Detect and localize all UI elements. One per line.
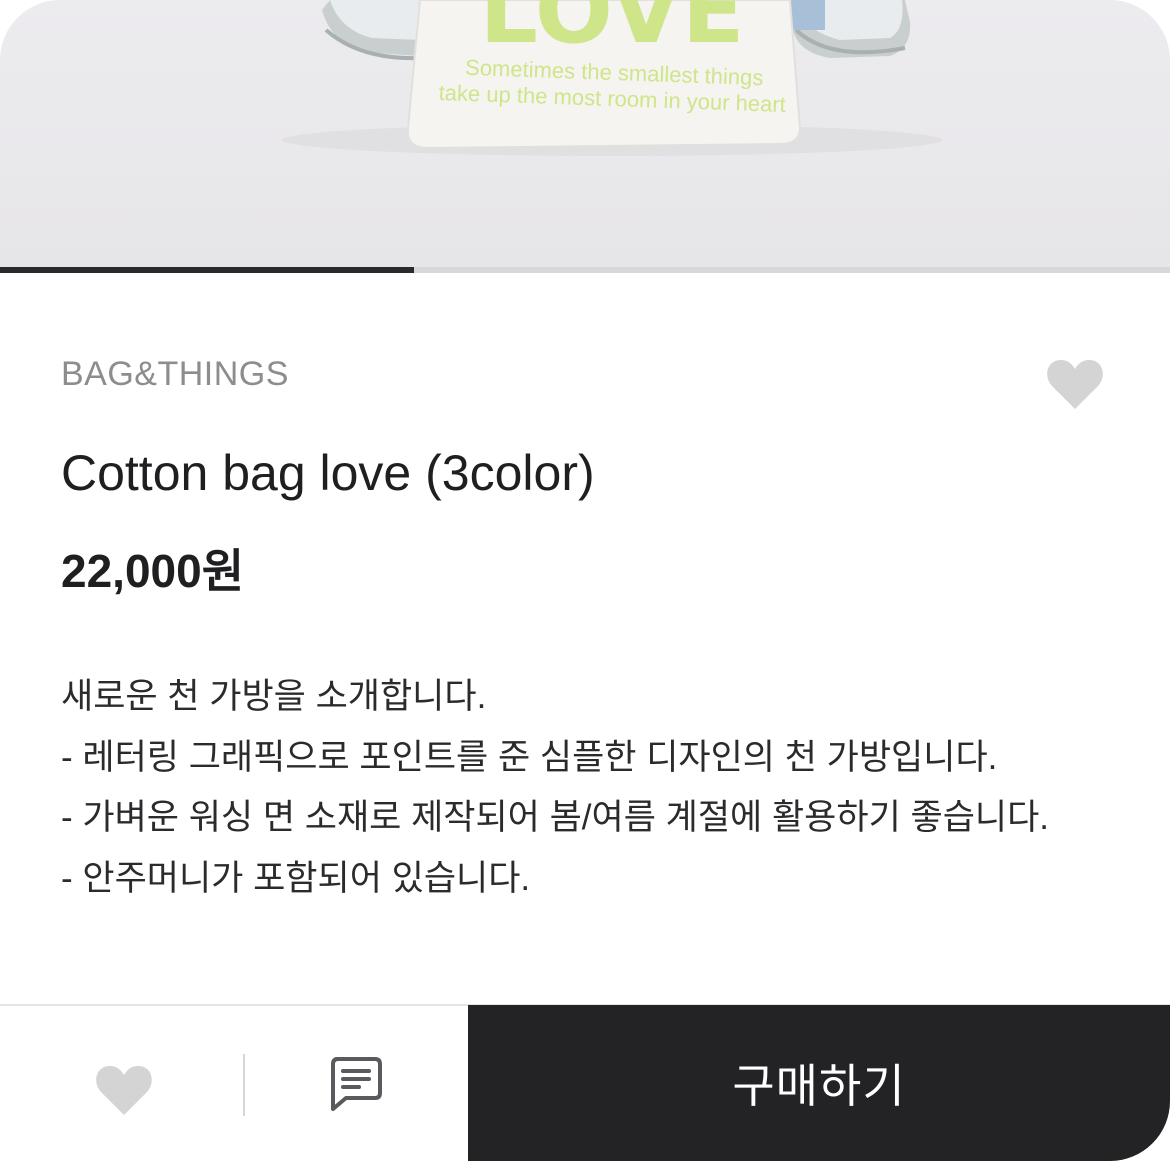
product-detail-screen: LOVE Sometimes the smallest things take … bbox=[0, 0, 1170, 1161]
heart-icon bbox=[1047, 360, 1103, 409]
brand-name[interactable]: BAG&THINGS bbox=[61, 355, 289, 394]
heart-icon bbox=[96, 1066, 152, 1115]
description-line: 새로운 천 가방을 소개합니다. bbox=[61, 677, 487, 716]
buy-button[interactable]: 구매하기 bbox=[468, 1005, 1170, 1161]
like-button[interactable] bbox=[95, 1064, 153, 1116]
product-price: 22,000원 bbox=[61, 545, 245, 597]
product-photo: LOVE Sometimes the smallest things take … bbox=[282, 0, 942, 156]
product-title: Cotton bag love (3color) bbox=[61, 445, 595, 501]
bag-print-love: LOVE bbox=[479, 0, 744, 64]
description-line: - 가벼운 워싱 면 소재로 제작되어 봄/여름 계절에 활용하기 좋습니다. bbox=[61, 798, 1050, 837]
description-line: - 안주머니가 포함되어 있습니다. bbox=[61, 858, 531, 898]
product-image[interactable]: LOVE Sometimes the smallest things take … bbox=[0, 0, 1170, 268]
comment-button[interactable] bbox=[328, 1056, 383, 1112]
product-description: 새로운 천 가방을 소개합니다. - 레터링 그래픽으로 포인트를 준 심플한 … bbox=[61, 667, 1049, 909]
divider bbox=[243, 1054, 245, 1116]
image-carousel-indicator bbox=[0, 267, 1170, 273]
wishlist-button[interactable] bbox=[1046, 358, 1104, 410]
chat-icon bbox=[331, 1057, 382, 1111]
description-line: - 레터링 그래픽으로 포인트를 준 심플한 디자인의 천 가방입니다. bbox=[61, 737, 998, 777]
carousel-progress bbox=[0, 267, 415, 273]
